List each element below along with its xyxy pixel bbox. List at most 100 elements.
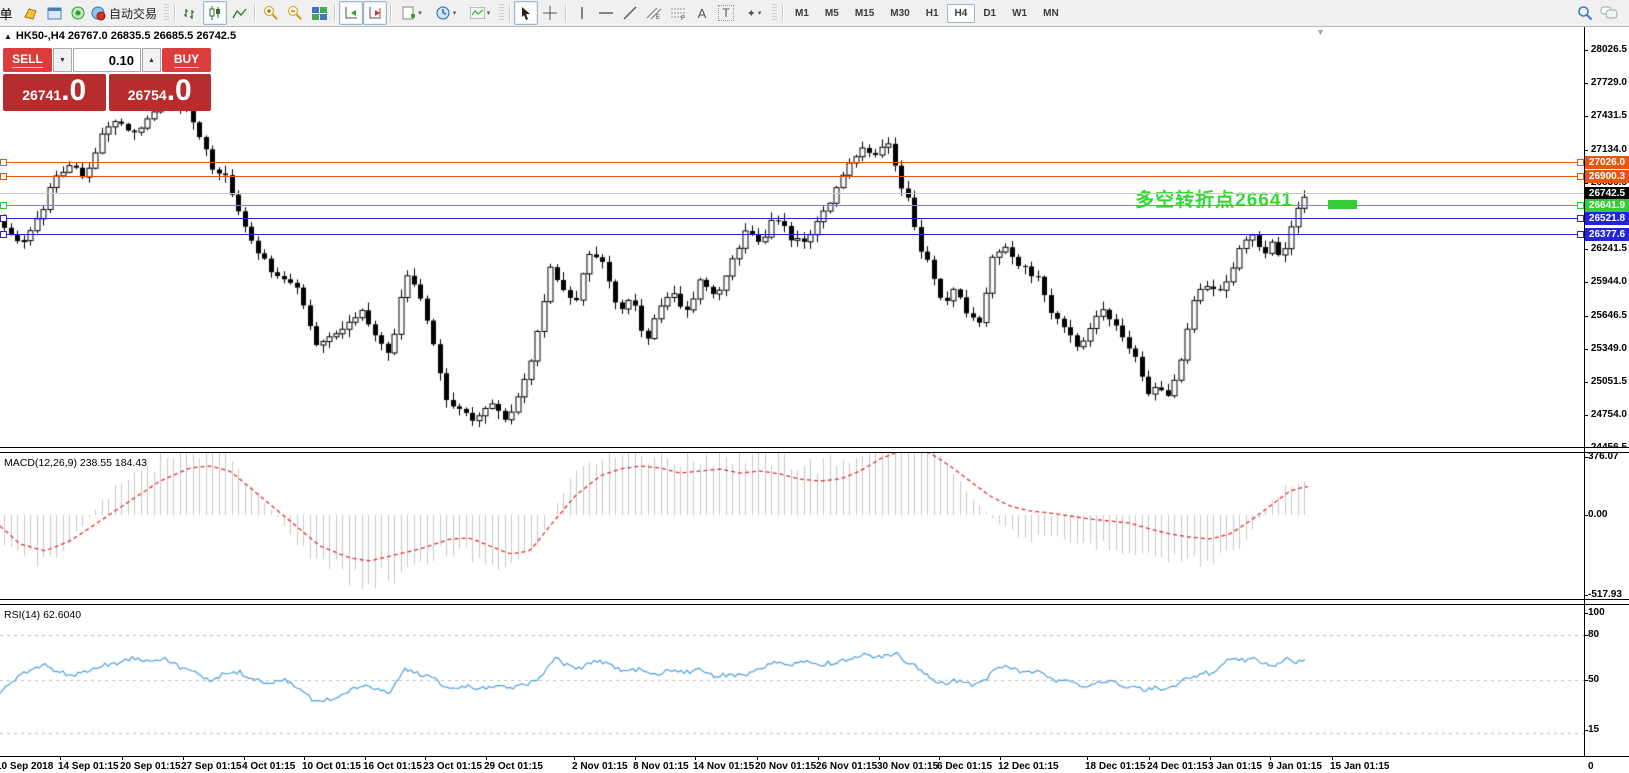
time-axis-tick — [757, 757, 758, 760]
data-window-icon[interactable] — [42, 1, 66, 25]
timeframe-w1[interactable]: W1 — [1004, 4, 1035, 23]
chart-area: ▲HK50-,H4 26767.0 26835.5 26685.5 26742.… — [0, 26, 1629, 773]
hline-anchor[interactable] — [1577, 215, 1584, 222]
periods-button[interactable]: ▾ — [429, 1, 463, 25]
buy-price-box[interactable]: 26754 .0 — [109, 74, 212, 111]
line-chart-button[interactable] — [227, 1, 251, 25]
templates-button[interactable]: ▾ — [463, 1, 497, 25]
sell-price-box[interactable]: 26741 .0 — [3, 74, 106, 111]
buy-price-main: 26754 — [128, 77, 167, 114]
toolbar-separator — [254, 4, 256, 22]
price-tick-label: 28026.5 — [1588, 44, 1627, 56]
market-watch-icon[interactable] — [18, 1, 42, 25]
cursor-button[interactable] — [514, 1, 538, 25]
timeframe-h4[interactable]: H4 — [947, 4, 976, 23]
arrows-tool-button[interactable]: ✦ ▾ — [738, 1, 770, 25]
buy-price-frac: .0 — [167, 74, 192, 108]
label-tool-glyph: T — [718, 5, 733, 21]
price-tick-label: 26241.5 — [1588, 243, 1627, 255]
horizontal-line-object[interactable] — [0, 234, 1584, 235]
hline-anchor[interactable] — [1577, 159, 1584, 166]
price-tick-label: 25944.0 — [1588, 276, 1627, 288]
autotrading-button[interactable]: 自动交易 — [90, 1, 162, 25]
buy-button[interactable]: BUY — [162, 48, 211, 72]
timeframe-m5[interactable]: M5 — [817, 4, 847, 23]
timeframe-d1[interactable]: D1 — [975, 4, 1004, 23]
rsi-label: RSI(14) 62.6040 — [4, 609, 81, 621]
svg-text:F: F — [681, 16, 685, 20]
chart-shift-button[interactable] — [363, 1, 387, 25]
pivot-annotation[interactable]: 多空转折点26641 — [1050, 185, 1293, 212]
horizontal-line-object[interactable] — [0, 176, 1584, 177]
time-axis-tick — [879, 757, 880, 760]
equidistant-channel-button[interactable]: E — [642, 1, 666, 25]
time-axis[interactable]: 0 10 Sep 201814 Sep 01:1520 Sep 01:1527 … — [0, 756, 1629, 773]
timeframe-m15[interactable]: M15 — [847, 4, 882, 23]
toolbar-right-group — [1573, 1, 1621, 25]
vertical-line-button[interactable] — [570, 1, 594, 25]
macd-pane-canvas[interactable] — [0, 451, 1584, 599]
horizontal-line-button[interactable] — [594, 1, 618, 25]
scroll-marker-icon[interactable]: ▼ — [1316, 27, 1325, 37]
collapse-arrow-icon[interactable]: ▲ — [4, 32, 12, 41]
horizontal-line-object[interactable] — [0, 205, 1584, 206]
timeframe-mn[interactable]: MN — [1035, 4, 1067, 23]
time-axis-label: 8 Nov 01:15 — [633, 761, 689, 772]
one-click-trading-panel: SELL ▼ 0.10 ▲ BUY 26741 .0 26754 .0 — [3, 48, 211, 111]
rsi-tick-label: 100 — [1588, 607, 1605, 619]
chart-title: ▲HK50-,H4 26767.0 26835.5 26685.5 26742.… — [4, 30, 236, 42]
hline-anchor[interactable] — [0, 215, 7, 222]
volume-up-button[interactable]: ▲ — [142, 48, 161, 72]
crosshair-button[interactable] — [538, 1, 562, 25]
horizontal-line-object[interactable] — [0, 218, 1584, 219]
fibonacci-button[interactable]: F — [666, 1, 690, 25]
zoom-in-button[interactable] — [259, 1, 283, 25]
time-axis-tick — [695, 757, 696, 760]
new-order-button[interactable]: 单 — [0, 1, 18, 25]
sell-button[interactable]: SELL — [3, 48, 52, 72]
sell-price-main: 26741 — [22, 77, 61, 114]
time-axis-tick — [574, 757, 575, 760]
tile-windows-button[interactable] — [307, 1, 331, 25]
timeframe-h1[interactable]: H1 — [918, 4, 947, 23]
text-label-tool-button[interactable]: T — [714, 1, 738, 25]
hline-price-tag: 26521.8 — [1585, 212, 1629, 225]
time-axis-tick — [1270, 757, 1271, 760]
toolbar-grip — [164, 4, 169, 22]
time-axis-tick — [1000, 757, 1001, 760]
timeframe-m30[interactable]: M30 — [882, 4, 917, 23]
strategy-tester-icon[interactable] — [66, 1, 90, 25]
hline-anchor[interactable] — [0, 231, 7, 238]
trendline-button[interactable] — [618, 1, 642, 25]
toolbar-separator — [334, 4, 336, 22]
time-axis-tick — [60, 757, 61, 760]
horizontal-line-object[interactable] — [0, 162, 1584, 163]
hline-anchor[interactable] — [0, 159, 7, 166]
search-icon[interactable] — [1573, 1, 1597, 25]
hline-anchor[interactable] — [1577, 202, 1584, 209]
candlestick-chart-button[interactable] — [203, 1, 227, 25]
price-tick-label: 25051.5 — [1588, 376, 1627, 388]
time-axis-label: 20 Nov 01:15 — [755, 761, 816, 772]
hline-anchor[interactable] — [0, 173, 7, 180]
text-tool-button[interactable]: A — [690, 1, 714, 25]
pane-separator[interactable] — [0, 447, 1629, 453]
main-pane-canvas[interactable] — [0, 27, 1584, 447]
zoom-out-button[interactable] — [283, 1, 307, 25]
time-axis-label: 18 Dec 01:15 — [1085, 761, 1146, 772]
time-axis-label: 4 Oct 01:15 — [242, 761, 295, 772]
hline-anchor[interactable] — [1577, 231, 1584, 238]
volume-down-button[interactable]: ▼ — [53, 48, 72, 72]
indicators-button[interactable]: ▾ — [395, 1, 429, 25]
auto-scroll-button[interactable] — [339, 1, 363, 25]
hline-anchor[interactable] — [1577, 173, 1584, 180]
rsi-pane-canvas[interactable] — [0, 603, 1584, 756]
hline-anchor[interactable] — [0, 202, 7, 209]
toolbar-separator — [565, 4, 567, 22]
pane-separator[interactable] — [0, 599, 1629, 605]
bar-chart-button[interactable] — [179, 1, 203, 25]
chat-icon[interactable] — [1597, 1, 1621, 25]
volume-input[interactable]: 0.10 — [73, 48, 141, 72]
new-order-label: 单 — [0, 4, 13, 23]
timeframe-m1[interactable]: M1 — [787, 4, 817, 23]
